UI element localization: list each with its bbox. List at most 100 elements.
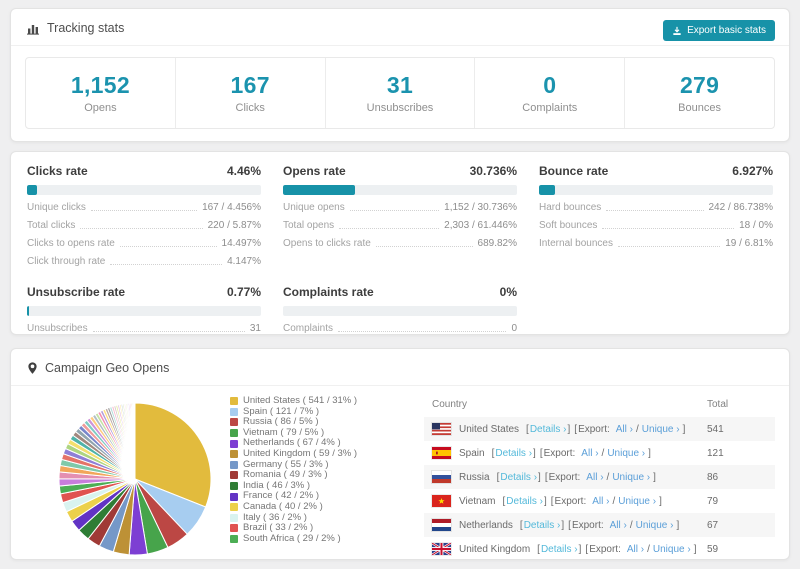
metric-label: Total opens — [283, 220, 335, 231]
legend-swatch — [230, 535, 238, 544]
legend-swatch — [230, 450, 238, 459]
clicks-rate-title: Clicks rate — [27, 164, 88, 178]
slash: / — [601, 447, 605, 459]
export-unique-link[interactable]: Unique › — [607, 448, 645, 459]
tracking-stats-header: Tracking stats Export basic stats — [11, 9, 789, 46]
legend-item-united-kingdom[interactable]: United Kingdom ( 59 / 3% ) — [230, 448, 418, 460]
total-value: 59 — [707, 543, 719, 555]
metric-value: 14.497% — [221, 238, 261, 249]
export-unique-link[interactable]: Unique › — [636, 520, 674, 531]
map-pin-icon — [27, 361, 38, 375]
dotted-leader — [606, 210, 704, 211]
clicks-rate-progress-fill — [27, 185, 38, 195]
metric-value: 31 — [249, 323, 261, 334]
flag-russia-icon — [432, 471, 451, 483]
legend-swatch — [230, 418, 238, 427]
bracket: ] — [653, 471, 656, 483]
total-value: 79 — [707, 495, 719, 507]
export-all-link[interactable]: All › — [627, 544, 644, 555]
slash: / — [612, 495, 616, 507]
table-row-united-states: United States[Details ›][Export: All › / Un… — [424, 417, 775, 441]
details-link[interactable]: Details › — [506, 496, 543, 507]
export-all-link[interactable]: All › — [616, 424, 633, 435]
export-all-link[interactable]: All › — [581, 448, 598, 459]
legend-label: South Africa ( 29 / 2% ) — [243, 532, 341, 544]
bracket: [ — [539, 447, 543, 459]
country-name: Netherlands — [459, 519, 513, 531]
stat-clicks-value: 167 — [230, 72, 270, 98]
flag-united-states-icon — [432, 423, 451, 435]
bracket: [ — [568, 519, 571, 531]
geo-opens-title: Campaign Geo Opens — [45, 361, 170, 375]
stat-bounces: 279 Bounces — [625, 58, 774, 128]
bracket: [ — [526, 423, 529, 435]
details-link[interactable]: Details › — [524, 520, 561, 531]
rates-card: Clicks rate 4.46% Unique clicks 167 / 4.4… — [10, 151, 790, 335]
export-all-link[interactable]: All › — [610, 520, 627, 531]
bracket: ] — [567, 423, 571, 435]
metric-value: 242 / 86.738% — [708, 202, 774, 213]
unsubscribe-rate-progress-track — [27, 306, 261, 316]
geo-pie-chart — [25, 400, 230, 559]
bounce-rate-percent: 6.927% — [732, 164, 773, 178]
export-all-link[interactable]: All › — [592, 496, 609, 507]
legend-item-canada[interactable]: Canada ( 40 / 2% ) — [230, 501, 418, 513]
table-row-united-kingdom: United Kingdom[Details ›][Export: All › / U… — [424, 537, 775, 559]
legend-swatch — [230, 429, 238, 438]
metric-label: Complaints — [283, 323, 334, 334]
details-link[interactable]: Details › — [530, 424, 567, 435]
total-value: 121 — [707, 447, 724, 459]
complaints-rate-title: Complaints rate — [283, 285, 374, 299]
stat-opens-label: Opens — [84, 102, 117, 114]
table-row-netherlands: Netherlands[Details ›][Export: All › / Uniq… — [424, 513, 775, 537]
metric-value: 2,303 / 61.446% — [444, 220, 517, 231]
country-name: United Kingdom — [459, 543, 531, 555]
dotted-leader — [92, 331, 245, 332]
metric-label: Unsubscribes — [27, 323, 88, 334]
total-value: 67 — [707, 519, 719, 531]
dotted-leader — [90, 210, 198, 211]
total-column-header: Total — [707, 399, 729, 410]
unsubscribe-rate-title: Unsubscribe rate — [27, 285, 126, 299]
export-unique-link[interactable]: Unique › — [618, 496, 656, 507]
export-all-link[interactable]: All › — [586, 472, 603, 483]
slash: / — [636, 423, 639, 435]
stat-complaints-label: Complaints — [522, 102, 578, 114]
legend-item-united-states[interactable]: United States ( 541 / 31% ) — [230, 395, 418, 407]
export-unique-link[interactable]: Unique › — [612, 472, 650, 483]
metric-label: Unique opens — [283, 202, 345, 213]
complaints-rate-percent: 0% — [499, 285, 517, 299]
country-name: Spain — [459, 447, 485, 459]
bracket: ] — [659, 495, 662, 507]
export-basic-stats-button[interactable]: Export basic stats — [663, 20, 775, 41]
details-link[interactable]: Details › — [541, 544, 578, 555]
bracket: ] — [676, 519, 680, 531]
stat-complaints: 0 Complaints — [475, 58, 626, 128]
metric-label: Clicks to opens rate — [27, 238, 115, 249]
stat-unsubscribes-value: 31 — [386, 72, 414, 98]
metric-label: Internal bounces — [539, 238, 613, 249]
dotted-leader — [602, 228, 735, 229]
opens-rate-section: Opens rate 30.736% Unique opens 1,152 / 3… — [283, 164, 517, 267]
country-column-header: Country — [432, 399, 468, 410]
campaign-geo-opens-card: Campaign Geo Opens United States ( 541 /… — [10, 348, 790, 560]
bracket: [ — [574, 423, 578, 435]
details-link[interactable]: Details › — [500, 472, 537, 483]
legend-swatch — [230, 471, 238, 480]
export-label: Export: — [554, 495, 587, 507]
export-unique-link[interactable]: Unique › — [653, 544, 691, 555]
bar-chart-icon — [27, 22, 40, 35]
export-unique-link[interactable]: Unique › — [642, 424, 680, 435]
bounce-rate-section: Bounce rate 6.927% Hard bounces 242 / 86.… — [539, 164, 773, 267]
export-label: Export: — [543, 447, 576, 459]
details-link[interactable]: Details › — [495, 448, 532, 459]
legend-item-south-africa[interactable]: South Africa ( 29 / 2% ) — [230, 532, 418, 545]
bracket: ] — [561, 519, 565, 531]
table-row-spain: Spain[Details ›][Export: All › / Unique ›] … — [424, 441, 775, 465]
dotted-leader — [339, 228, 440, 229]
bracket: ] — [693, 543, 697, 555]
geo-country-table: Country Total United States[Details ›][E… — [424, 392, 775, 559]
metric-value: 220 / 5.87% — [207, 220, 261, 231]
clicks-rate-progress-track — [27, 185, 261, 195]
export-basic-stats-label: Export basic stats — [687, 25, 766, 36]
